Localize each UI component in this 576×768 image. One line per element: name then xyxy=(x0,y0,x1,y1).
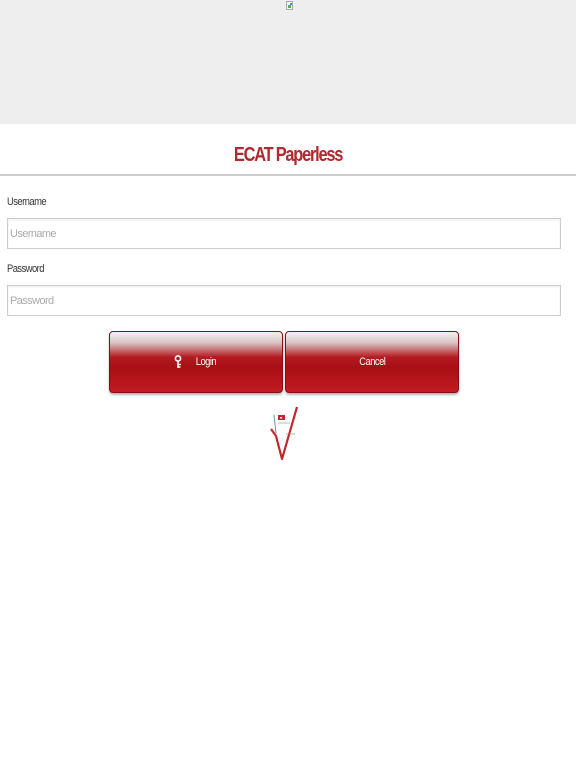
password-input[interactable] xyxy=(7,285,561,316)
password-label: Password xyxy=(7,263,44,275)
login-button[interactable]: Login xyxy=(109,331,283,393)
key-icon xyxy=(174,355,182,368)
cancel-button-label: Cancel xyxy=(358,356,386,368)
broken-image-icon xyxy=(286,1,293,10)
cancel-button[interactable]: Cancel xyxy=(285,331,459,393)
username-label: Username xyxy=(7,196,47,208)
checkmark-logo xyxy=(268,403,300,463)
login-button-label: Login xyxy=(195,356,217,368)
page-title: ECAT Paperless xyxy=(233,144,343,166)
top-banner xyxy=(0,0,576,124)
page-header: ECAT Paperless xyxy=(0,124,576,176)
username-input[interactable] xyxy=(7,218,561,249)
